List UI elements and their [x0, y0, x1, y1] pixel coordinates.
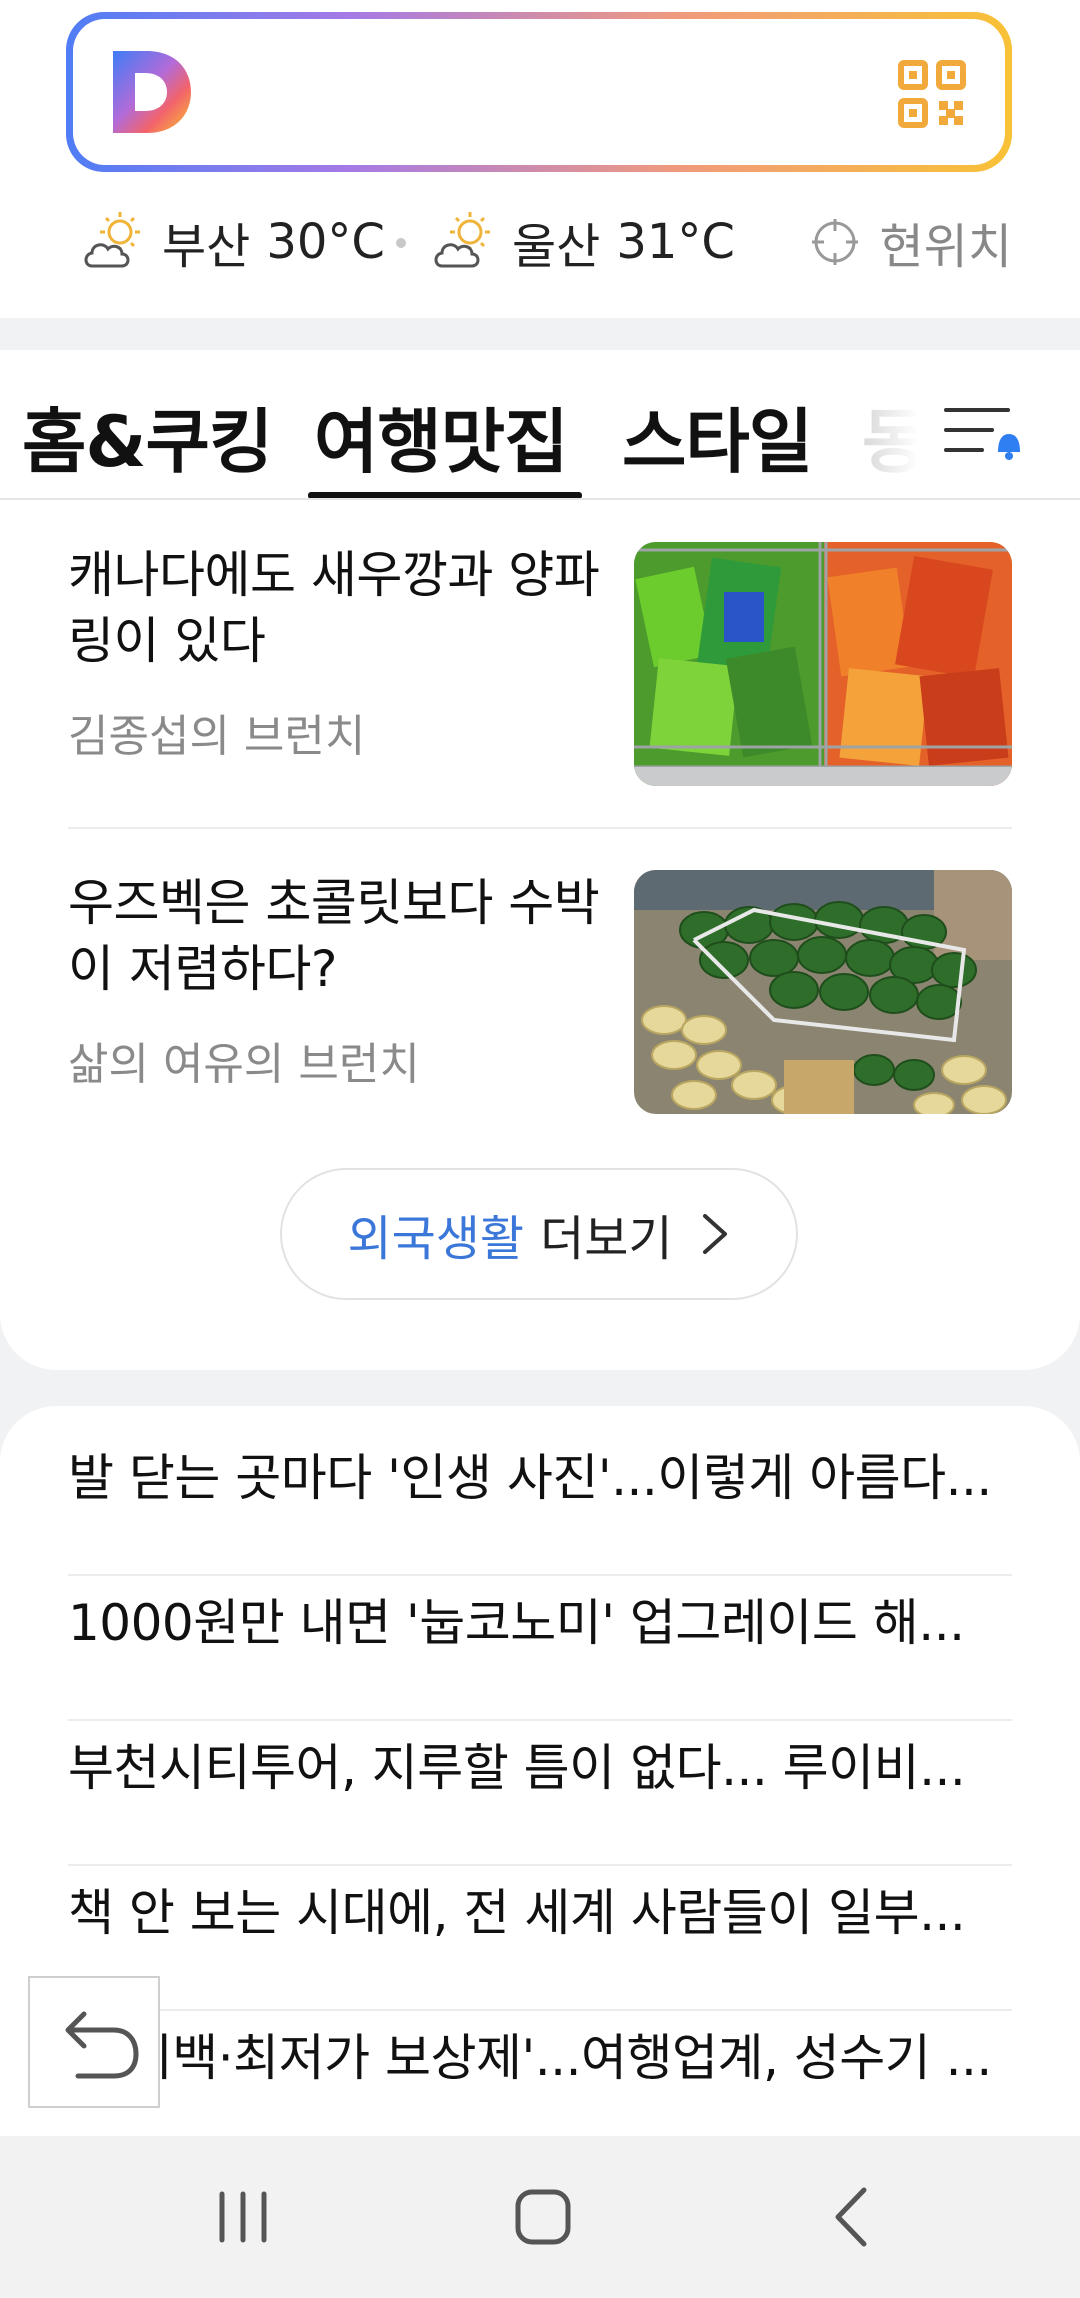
news-list-card: 발 닫는 곳마다 '인생 사진'...이렇게 아름다... 1000원만 내면 … — [0, 1406, 1080, 2166]
location-crosshair-icon — [811, 219, 858, 265]
tab-travel-food[interactable]: 여행맛집 — [314, 386, 569, 487]
news-item[interactable]: 부천시티투어, 지루할 틈이 없다... 루이비... — [68, 1696, 1012, 1840]
tab-style[interactable]: 스타일 — [622, 386, 813, 487]
weather-ulsan[interactable]: 울산 31°C — [428, 200, 735, 284]
weather-row: 부산 30°C 울산 31°C 현위치 — [0, 200, 1080, 284]
weather-city: 부산 — [162, 219, 251, 275]
tab-menu-bell-icon[interactable] — [942, 400, 1024, 464]
system-nav-bar — [0, 2136, 1080, 2298]
more-button[interactable]: 외국생활 더보기 — [280, 1168, 798, 1300]
article-title: 캐나다에도 새우깡과 양파링이 있다 — [68, 546, 600, 670]
weather-busan[interactable]: 부산 30°C — [78, 200, 385, 284]
weather-city: 울산 — [512, 219, 601, 275]
location-label: 현위치 — [879, 219, 1012, 275]
back-icon[interactable] — [818, 2182, 888, 2252]
home-icon[interactable] — [508, 2182, 578, 2252]
snack-bags-photo — [634, 542, 1012, 786]
article-card[interactable]: 캐나다에도 새우깡과 양파링이 있다 김종섭의 브런치 — [68, 542, 1012, 792]
article-source: 김종섭의 브런치 — [68, 711, 366, 762]
undo-arrow-icon — [65, 2011, 139, 2079]
news-item[interactable]: 책 안 보는 시대에, 전 세계 사람들이 일부... — [68, 1841, 1012, 1985]
weather-temp: 30°C — [266, 214, 385, 270]
article-title: 우즈벡은 초콜릿보다 수박이 저렴하다? — [68, 874, 600, 998]
current-location-button[interactable]: 현위치 — [810, 200, 1012, 284]
recent-apps-icon[interactable] — [208, 2182, 278, 2252]
qr-code-icon[interactable] — [897, 59, 967, 129]
undo-back-button[interactable] — [28, 1976, 160, 2108]
article-divider — [68, 827, 1012, 829]
article-source: 삶의 여유의 브런치 — [68, 1039, 420, 1090]
separator-dot — [396, 238, 406, 248]
more-label: 더보기 — [540, 1211, 673, 1267]
partly-cloudy-sun-icon — [84, 212, 140, 268]
tab-home-cooking[interactable]: 홈&쿠킹 — [22, 386, 273, 487]
weather-temp: 31°C — [616, 214, 735, 270]
more-category: 외국생활 — [347, 1211, 525, 1267]
search-bar[interactable] — [66, 12, 1012, 172]
content-card: 홈&쿠킹 여행맛집 스타일 동 캐나다에도 새우깡과 양파링이 있다 김종섭의 … — [0, 350, 1080, 1370]
active-tab-indicator — [308, 492, 582, 498]
category-tabs: 홈&쿠킹 여행맛집 스타일 동 — [0, 350, 1080, 500]
partly-cloudy-sun-icon — [434, 212, 490, 268]
news-item[interactable]: 1000원만 내면 '눕코노미' 업그레이드 해... — [68, 1551, 1012, 1695]
daum-logo-icon — [113, 51, 191, 133]
news-item[interactable]: '페이백·최저가 보상제'...여행업계, 성수기 ... — [68, 1986, 1012, 2130]
header: 부산 30°C 울산 31°C 현위치 — [0, 0, 1080, 318]
chevron-right-icon — [702, 1214, 727, 1254]
article-card[interactable]: 우즈벡은 초콜릿보다 수박이 저렴하다? 삶의 여유의 브런치 — [68, 870, 1012, 1120]
news-item[interactable]: 발 닫는 곳마다 '인생 사진'...이렇게 아름다... — [68, 1406, 1012, 1550]
search-input[interactable] — [73, 19, 1005, 165]
watermelon-market-photo — [634, 870, 1012, 1114]
